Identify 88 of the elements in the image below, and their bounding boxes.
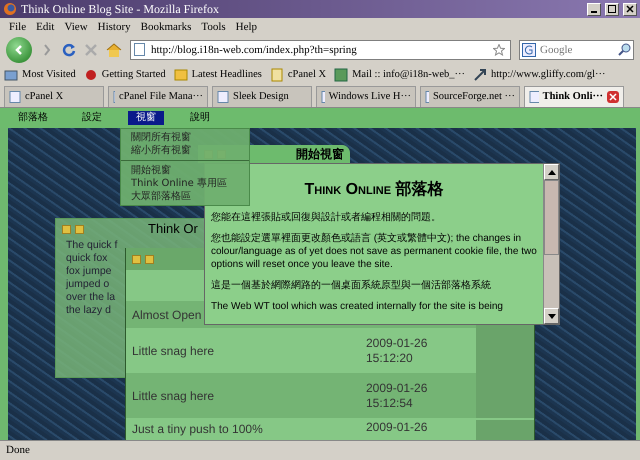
close-icon — [626, 5, 634, 13]
maximize-button[interactable] — [605, 2, 619, 16]
page-icon — [134, 43, 145, 56]
text-line: the lazy d — [66, 304, 111, 317]
folder-icon — [4, 68, 18, 82]
menu-item[interactable]: 視窗 — [128, 111, 164, 125]
paragraph: 您也能設定選單裡面更改顏色或語言 (英文或繁體中文); the changes in colour/language as of yet does not save as permanent cookie file, the two options will reset once you leave the site. — [211, 232, 537, 272]
menu-item[interactable]: Help — [230, 18, 262, 36]
menu-item[interactable]: 部落格 — [10, 111, 56, 125]
task-time: 15:12:54 — [366, 396, 414, 410]
task-date: 2009-01-26 — [366, 420, 428, 435]
bookmark-link[interactable]: Getting Started — [84, 67, 166, 83]
reload-icon[interactable] — [62, 43, 76, 57]
task-title: Almost Open — [132, 308, 202, 322]
task-title: Little snag here — [132, 388, 214, 402]
search-engine-icon — [522, 43, 536, 57]
task-time: 15:12:20 — [366, 350, 414, 366]
task-date: 2009-01-26 — [366, 336, 428, 350]
content-heading: Think Online 部落格 — [304, 180, 444, 200]
down-arrow-icon — [548, 314, 556, 318]
text-line: jumped o — [66, 278, 110, 291]
paragraph: 您能在這裡張貼或回復與設計或者編程相關的問題。 — [211, 211, 442, 224]
page-icon — [529, 91, 539, 103]
menu-item[interactable]: 大眾部落格區 — [121, 190, 249, 203]
paragraph: 這是一個基於網際網路的一個桌面系統原型與一個活部落格系統 — [211, 279, 492, 292]
close-tab-button[interactable] — [607, 89, 619, 105]
menu-item[interactable]: Think Online 專用區 — [121, 177, 249, 190]
scrollbar[interactable] — [543, 164, 559, 324]
close-icon — [607, 90, 619, 103]
browser-tab[interactable]: Think Onli··· — [524, 86, 624, 107]
page-icon — [270, 68, 284, 82]
column-shade — [476, 373, 534, 418]
up-arrow-icon — [548, 170, 556, 174]
menu-item[interactable]: 設定 — [74, 111, 110, 125]
scroll-thumb[interactable] — [544, 180, 559, 255]
page-icon — [9, 91, 21, 103]
menu-item[interactable]: File — [4, 18, 32, 36]
page-icon — [113, 91, 116, 103]
paragraph: The Web WT tool which was created internally for the site is being — [211, 300, 504, 314]
text-line: quick fox — [66, 252, 108, 265]
menu-item[interactable]: 縮小所有視窗 — [121, 144, 249, 157]
task-title: Just a tiny push to 100% — [132, 422, 263, 436]
browser-tab[interactable]: Windows Live H··· — [316, 86, 416, 107]
task-date: 2009-01-26 — [366, 380, 428, 396]
window-title: Think Or — [148, 220, 198, 238]
bookmark-link[interactable]: http://www.gliffy.com/gl··· — [472, 67, 606, 83]
bookmark-link[interactable]: Mail :: info@i18n-web_··· — [334, 67, 465, 83]
menu-item[interactable]: Bookmarks — [136, 18, 196, 36]
menu-item[interactable]: 關閉所有視窗 — [121, 131, 249, 144]
text-line: The quick f — [66, 239, 118, 252]
menu-item[interactable]: 說明 — [182, 111, 218, 125]
mail-icon — [334, 68, 348, 82]
browser-tab[interactable]: cPanel X — [4, 86, 104, 107]
window-title: 開始視窗 — [296, 146, 344, 163]
status-text: Done — [6, 443, 30, 458]
browser-tab[interactable]: Sleek Design — [212, 86, 312, 107]
page-icon — [217, 91, 229, 103]
browser-tab[interactable]: SourceForge.net ··· — [420, 86, 520, 107]
column-shade — [476, 420, 534, 440]
scroll-up-button[interactable] — [544, 164, 559, 180]
browser-logo-icon — [3, 2, 17, 16]
text-line: fox jumpe — [66, 265, 112, 278]
star-icon[interactable] — [493, 44, 505, 56]
bookmark-link[interactable]: Latest Headlines — [174, 67, 262, 83]
text-line: over the la — [66, 291, 116, 304]
address-field[interactable]: http://blog.i18n-web.com/index.php?th=spring — [130, 40, 511, 60]
home-icon[interactable] — [106, 43, 122, 57]
search-icon[interactable] — [618, 43, 631, 56]
bookmark-link[interactable]: cPanel X — [270, 67, 326, 83]
feed-icon — [174, 68, 188, 82]
bookmark-link[interactable]: Most Visited — [4, 67, 76, 83]
menu-item[interactable]: History — [92, 18, 136, 36]
menu-item[interactable]: View — [59, 18, 93, 36]
link-icon — [472, 68, 487, 82]
page-icon — [425, 91, 429, 103]
menu-item[interactable]: 開始視窗 — [121, 164, 249, 177]
close-button[interactable] — [623, 2, 637, 16]
menu-item[interactable]: Tools — [196, 18, 231, 36]
page-icon — [321, 91, 325, 103]
scroll-down-button[interactable] — [544, 308, 559, 324]
flower-icon — [84, 68, 98, 82]
menu-item[interactable]: Edit — [31, 18, 60, 36]
back-button[interactable] — [6, 37, 32, 63]
task-title: Little snag here — [132, 344, 214, 358]
browser-tab[interactable]: cPanel File Mana··· — [108, 86, 208, 107]
maximize-icon — [608, 5, 616, 13]
window-title: Think Online Blog Site - Mozilla Firefox — [21, 1, 219, 18]
minimize-button[interactable] — [587, 2, 601, 16]
